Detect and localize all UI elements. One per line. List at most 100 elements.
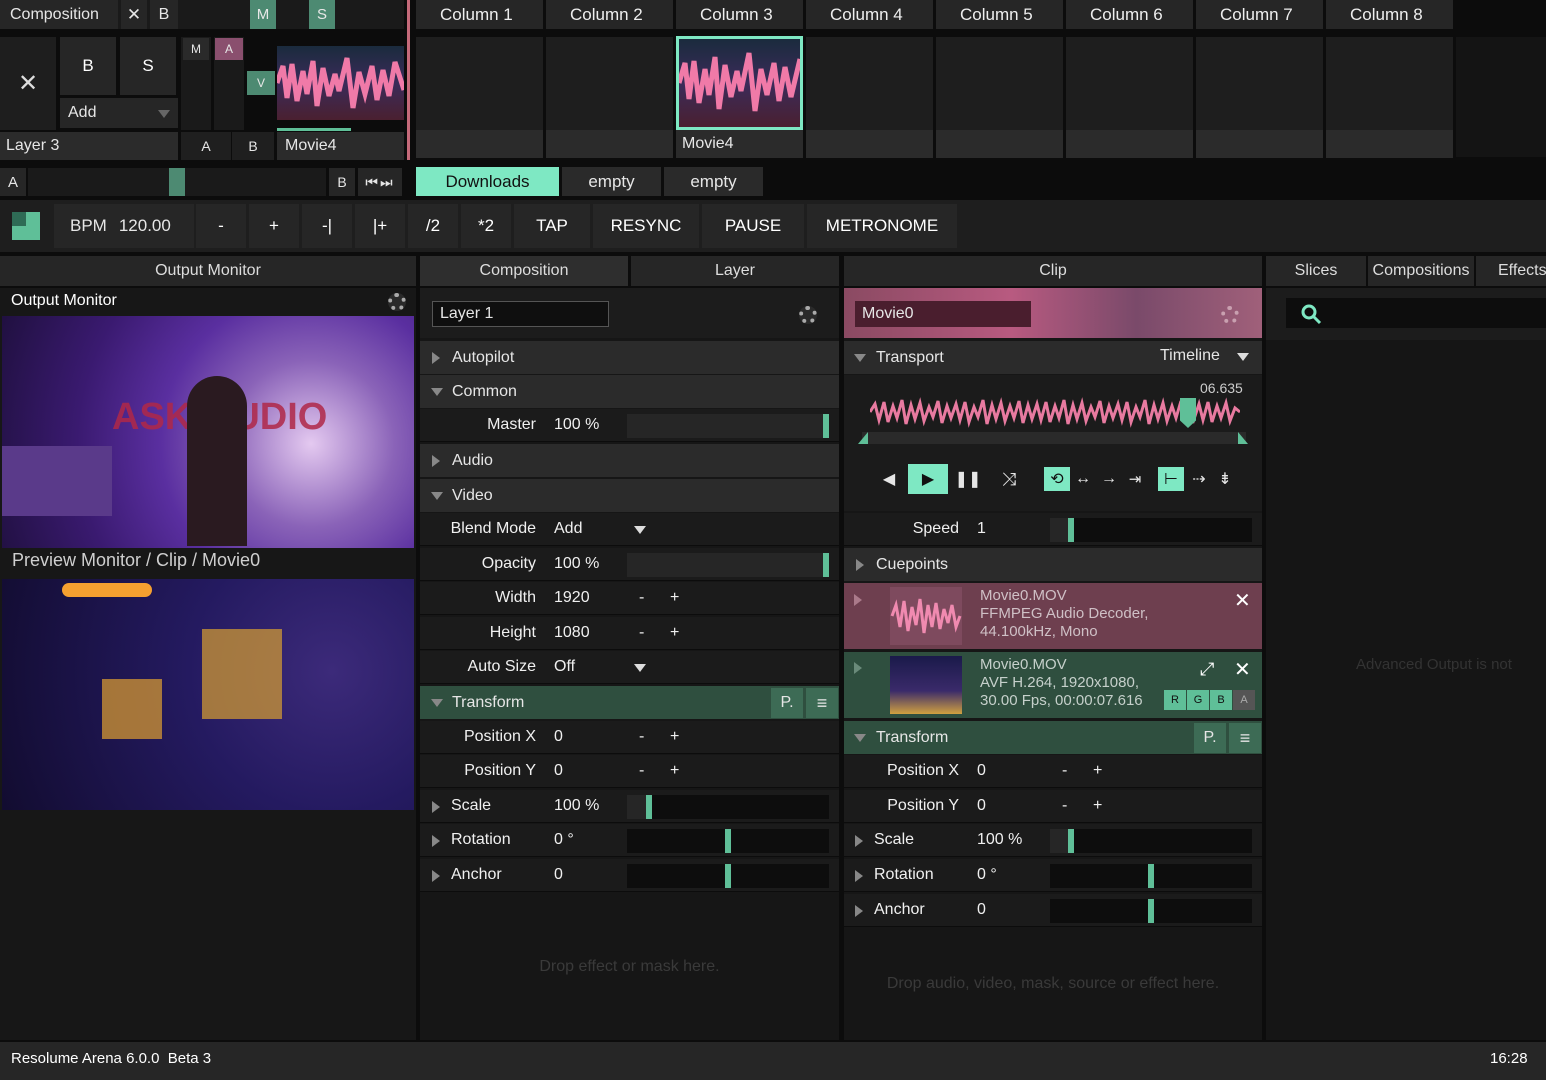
tab-compositions[interactable]: Compositions: [1368, 256, 1474, 286]
clip-position-y-plus-button[interactable]: +: [1093, 797, 1102, 815]
transform-preset-button[interactable]: P.: [771, 688, 803, 718]
chevron-down-icon[interactable]: [634, 526, 646, 534]
expand-icon[interactable]: [855, 835, 863, 847]
tab-clip[interactable]: Clip: [844, 256, 1262, 286]
clip-slot-9[interactable]: [1456, 37, 1546, 157]
in-point-marker[interactable]: [858, 432, 868, 444]
layer-solo-button[interactable]: S: [120, 37, 176, 95]
expand-icon[interactable]: [855, 870, 863, 882]
channel-g-toggle[interactable]: G: [1187, 690, 1209, 710]
out-point-marker[interactable]: [1238, 432, 1248, 444]
width-value[interactable]: 1920: [554, 589, 590, 607]
crossfader-skip-icon[interactable]: ⏮⏭: [358, 168, 402, 196]
expand-icon[interactable]: [854, 594, 862, 606]
pause-button[interactable]: PAUSE: [702, 204, 804, 248]
expand-icon[interactable]: [432, 870, 440, 882]
layer-audio-button[interactable]: A: [215, 38, 243, 60]
search-input[interactable]: [1286, 298, 1546, 328]
clip-position-y-minus-button[interactable]: -: [1062, 797, 1067, 815]
clip-position-y-value[interactable]: 0: [977, 797, 986, 815]
continue-trigger-icon[interactable]: ⇢: [1188, 464, 1210, 494]
tab-slices[interactable]: Slices: [1266, 256, 1366, 286]
section-cuepoints[interactable]: Cuepoints: [844, 548, 1262, 581]
layer-video-button[interactable]: V: [247, 71, 275, 95]
width-minus-button[interactable]: -: [639, 589, 644, 607]
position-x-value[interactable]: 0: [554, 728, 563, 746]
scale-value[interactable]: 100 %: [554, 797, 599, 815]
half-tempo-button[interactable]: /2: [408, 204, 458, 248]
active-clip-thumbnail[interactable]: [676, 36, 803, 130]
master-slider[interactable]: [627, 414, 829, 438]
anchor-value[interactable]: 0: [554, 866, 563, 884]
auto-size-value[interactable]: Off: [554, 658, 575, 676]
layer-clip-thumbnail[interactable]: [277, 46, 404, 120]
metronome-button[interactable]: METRONOME: [807, 204, 957, 248]
jump-trigger-icon[interactable]: ⇟: [1214, 464, 1236, 494]
blend-mode-value[interactable]: Add: [554, 520, 582, 538]
clip-scale-slider[interactable]: [1050, 829, 1252, 853]
speed-slider[interactable]: [1050, 518, 1252, 542]
channel-a-toggle[interactable]: A: [1233, 690, 1255, 710]
layer-name[interactable]: Layer 3: [0, 132, 178, 160]
expand-icon[interactable]: [432, 835, 440, 847]
crossfader-track[interactable]: [28, 168, 326, 196]
random-icon[interactable]: ⤨: [995, 464, 1023, 494]
position-y-plus-button[interactable]: +: [670, 762, 679, 780]
play-forward-icon[interactable]: ▶: [908, 464, 948, 494]
rotation-value[interactable]: 0 °: [554, 831, 574, 849]
active-clip-label[interactable]: Movie4: [676, 130, 803, 158]
height-plus-button[interactable]: +: [670, 624, 679, 642]
layer-clip-label[interactable]: Movie4: [277, 132, 404, 160]
pause-icon[interactable]: ❚❚: [955, 464, 982, 494]
section-video[interactable]: Video: [420, 479, 839, 512]
clip-anchor-value[interactable]: 0: [977, 901, 986, 919]
clip-name-field[interactable]: Movie0: [855, 301, 1031, 327]
rotation-slider[interactable]: [627, 829, 829, 853]
resync-button[interactable]: RESYNC: [593, 204, 699, 248]
clip-rotation-slider[interactable]: [1050, 864, 1252, 888]
column-1-header[interactable]: Column 1: [416, 0, 543, 29]
composition-mute-button[interactable]: M: [250, 0, 276, 29]
composition-label[interactable]: Composition: [0, 0, 118, 29]
clip-rotation-value[interactable]: 0 °: [977, 866, 997, 884]
expand-icon[interactable]: [432, 801, 440, 813]
gear-icon[interactable]: [388, 293, 406, 311]
channel-b-toggle[interactable]: B: [1210, 690, 1232, 710]
clip-anchor-slider[interactable]: [1050, 899, 1252, 923]
crossfader-b-button[interactable]: B: [329, 168, 355, 196]
section-audio[interactable]: Audio: [420, 444, 839, 477]
column-6-header[interactable]: Column 6: [1066, 0, 1193, 29]
layer-crossfade-a[interactable]: A: [181, 132, 231, 160]
nudge-plus-button[interactable]: |+: [355, 204, 405, 248]
nudge-minus-button[interactable]: -|: [302, 204, 352, 248]
height-value[interactable]: 1080: [554, 624, 590, 642]
gear-icon[interactable]: [1221, 306, 1239, 324]
timeline-mode-label[interactable]: Timeline: [1160, 347, 1220, 365]
bpm-display[interactable]: BPM 120.00: [54, 204, 194, 248]
composition-bypass-button[interactable]: B: [150, 0, 178, 29]
layer-crossfade-b[interactable]: B: [232, 132, 274, 160]
layer-add-dropdown[interactable]: Add: [60, 98, 178, 128]
expand-arrows-icon[interactable]: ⤢: [1200, 659, 1214, 680]
clip-scale-value[interactable]: 100 %: [977, 831, 1022, 849]
play-once-hold-icon[interactable]: ⇥: [1124, 464, 1146, 494]
column-7-header[interactable]: Column 7: [1196, 0, 1323, 29]
speed-value[interactable]: 1: [977, 520, 986, 538]
opacity-slider[interactable]: [627, 553, 829, 577]
close-icon[interactable]: ✕: [1234, 657, 1251, 682]
close-icon[interactable]: ✕: [1234, 588, 1251, 613]
menu-icon[interactable]: ≡: [806, 688, 838, 718]
layer-mute-button[interactable]: M: [183, 38, 209, 60]
bounce-icon[interactable]: ↔: [1072, 464, 1094, 494]
column-8-header[interactable]: Column 8: [1326, 0, 1453, 29]
layer-name-field[interactable]: Layer 1: [432, 301, 609, 327]
layer-bypass-button[interactable]: B: [60, 37, 116, 95]
position-x-plus-button[interactable]: +: [670, 728, 679, 746]
column-2-header[interactable]: Column 2: [546, 0, 673, 29]
play-once-icon[interactable]: →: [1098, 464, 1120, 494]
expand-icon[interactable]: [854, 662, 862, 674]
gear-icon[interactable]: [799, 306, 817, 324]
crossfader-handle[interactable]: [169, 168, 185, 196]
opacity-value[interactable]: 100 %: [554, 555, 599, 573]
master-value[interactable]: 100 %: [554, 416, 599, 434]
